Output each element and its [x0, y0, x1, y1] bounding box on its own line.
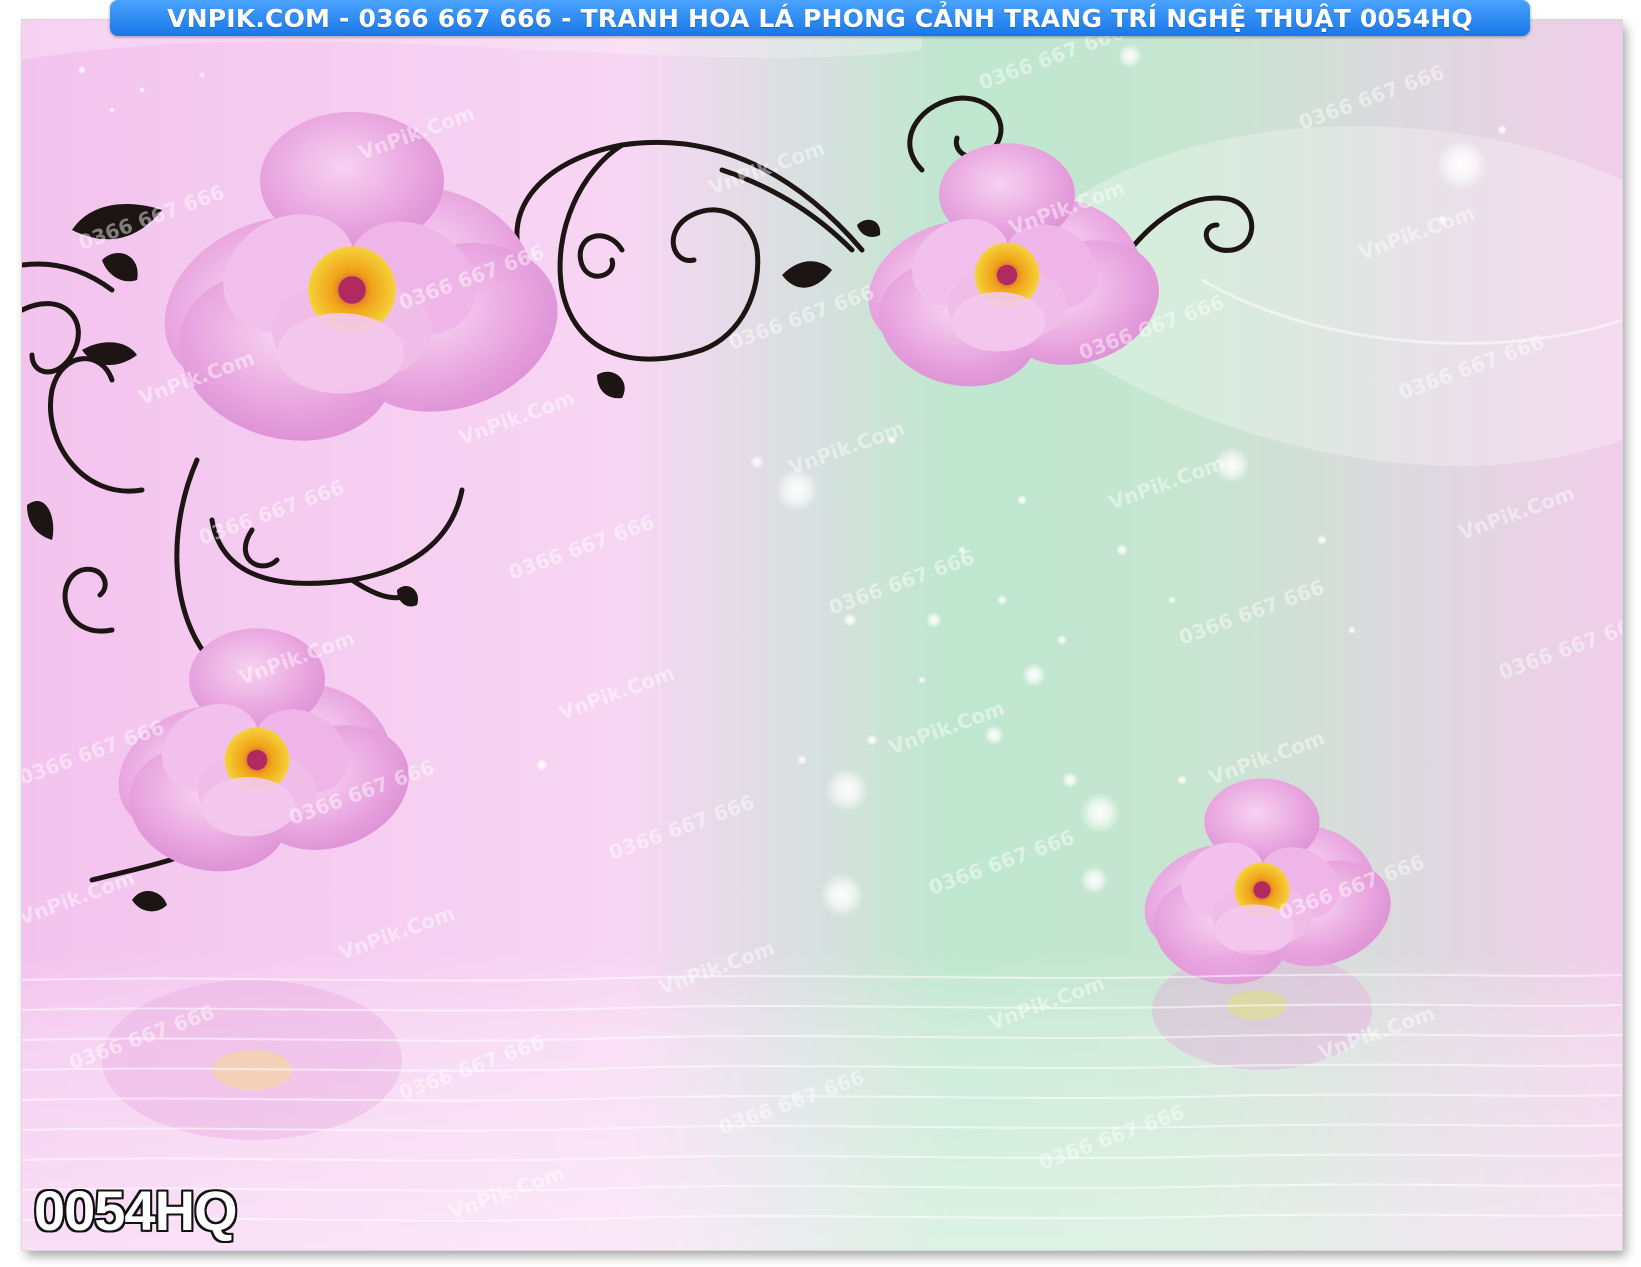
title-banner: VNPIK.COM - 0366 667 666 - TRANH HOA LÁ … [110, 0, 1530, 36]
floral-scene: 0366 667 666 VnPik.Com 0366 667 666 0366… [22, 20, 1622, 1250]
product-code-label: 0054HQ [34, 1179, 238, 1242]
artwork-frame: 0366 667 666 VnPik.Com 0366 667 666 0366… [0, 0, 1641, 1267]
banner-title: VNPIK.COM - 0366 667 666 - TRANH HOA LÁ … [167, 3, 1473, 33]
